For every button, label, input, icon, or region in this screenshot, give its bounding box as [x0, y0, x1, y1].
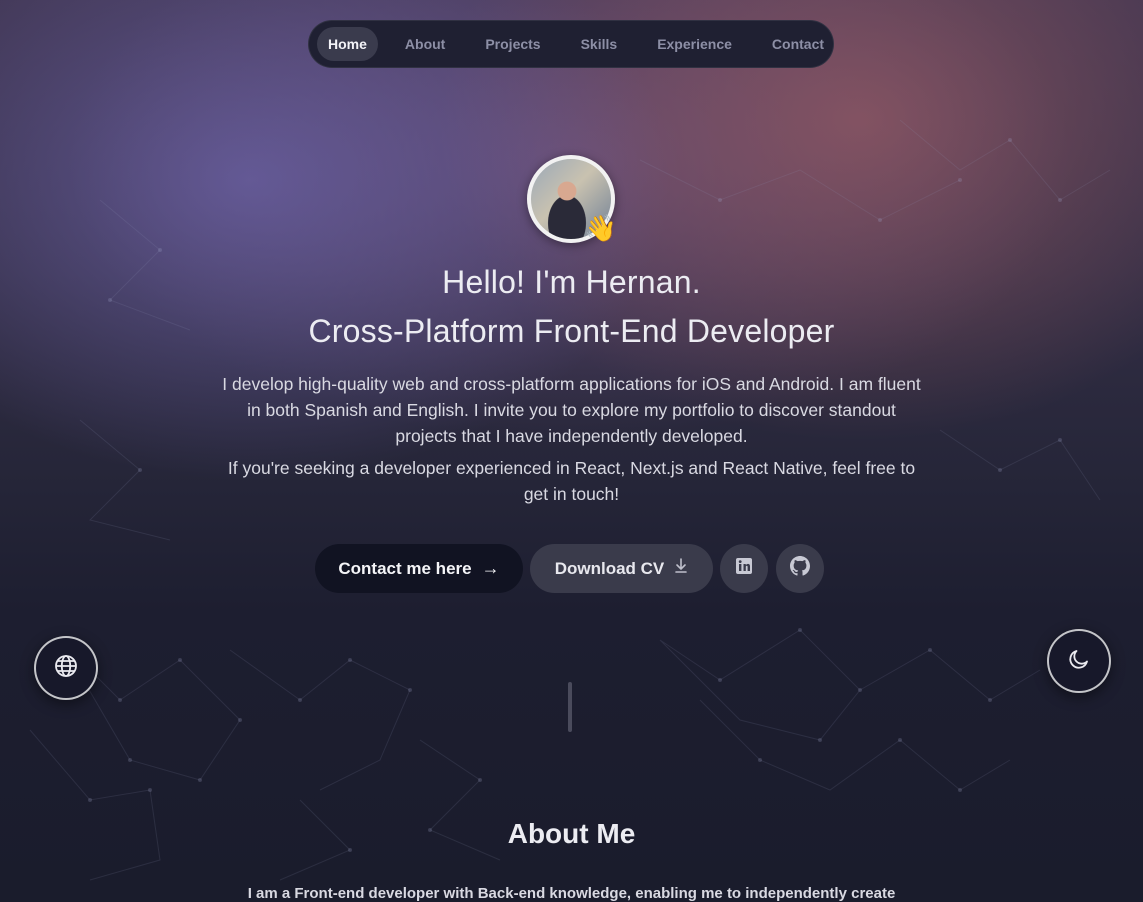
nav-item-experience[interactable]: Experience	[646, 27, 743, 61]
hero-greeting: Hello! I'm Hernan.	[442, 264, 701, 300]
language-toggle-button[interactable]	[34, 636, 98, 700]
linkedin-button[interactable]	[720, 544, 768, 593]
nav-item-contact[interactable]: Contact	[761, 27, 835, 61]
moon-icon	[1067, 647, 1091, 676]
about-text: I am a Front-end developer with Back-end…	[247, 885, 896, 902]
github-icon	[790, 556, 810, 581]
nav-item-about[interactable]: About	[394, 27, 456, 61]
contact-button-label: Contact me here	[338, 558, 472, 578]
arrow-right-icon: →	[481, 558, 500, 578]
hero-intro: I develop high-quality web and cross-pla…	[222, 374, 921, 446]
wave-emoji: 👋	[584, 213, 617, 243]
hero-cta-text: If you're seeking a developer experience…	[227, 458, 916, 504]
hero-role: Cross-Platform Front-End Developer	[308, 313, 835, 349]
main-nav: Home About Projects Skills Experience Co…	[308, 20, 834, 68]
nav-item-home[interactable]: Home	[317, 27, 378, 61]
github-button[interactable]	[776, 544, 824, 593]
cv-button-label: Download CV	[554, 558, 665, 578]
linkedin-icon	[735, 557, 753, 580]
network-background	[29, 119, 1111, 881]
theme-toggle-button[interactable]	[1047, 629, 1111, 693]
scroll-divider	[568, 682, 572, 732]
profile-avatar: 👋	[527, 155, 617, 243]
about-title: About Me	[507, 818, 636, 849]
download-icon	[674, 558, 688, 579]
contact-me-button[interactable]: Contact me here →	[315, 544, 523, 593]
nav-item-projects[interactable]: Projects	[474, 27, 551, 61]
globe-icon	[54, 654, 78, 683]
nav-item-skills[interactable]: Skills	[570, 27, 629, 61]
download-cv-button[interactable]: Download CV	[530, 544, 713, 593]
